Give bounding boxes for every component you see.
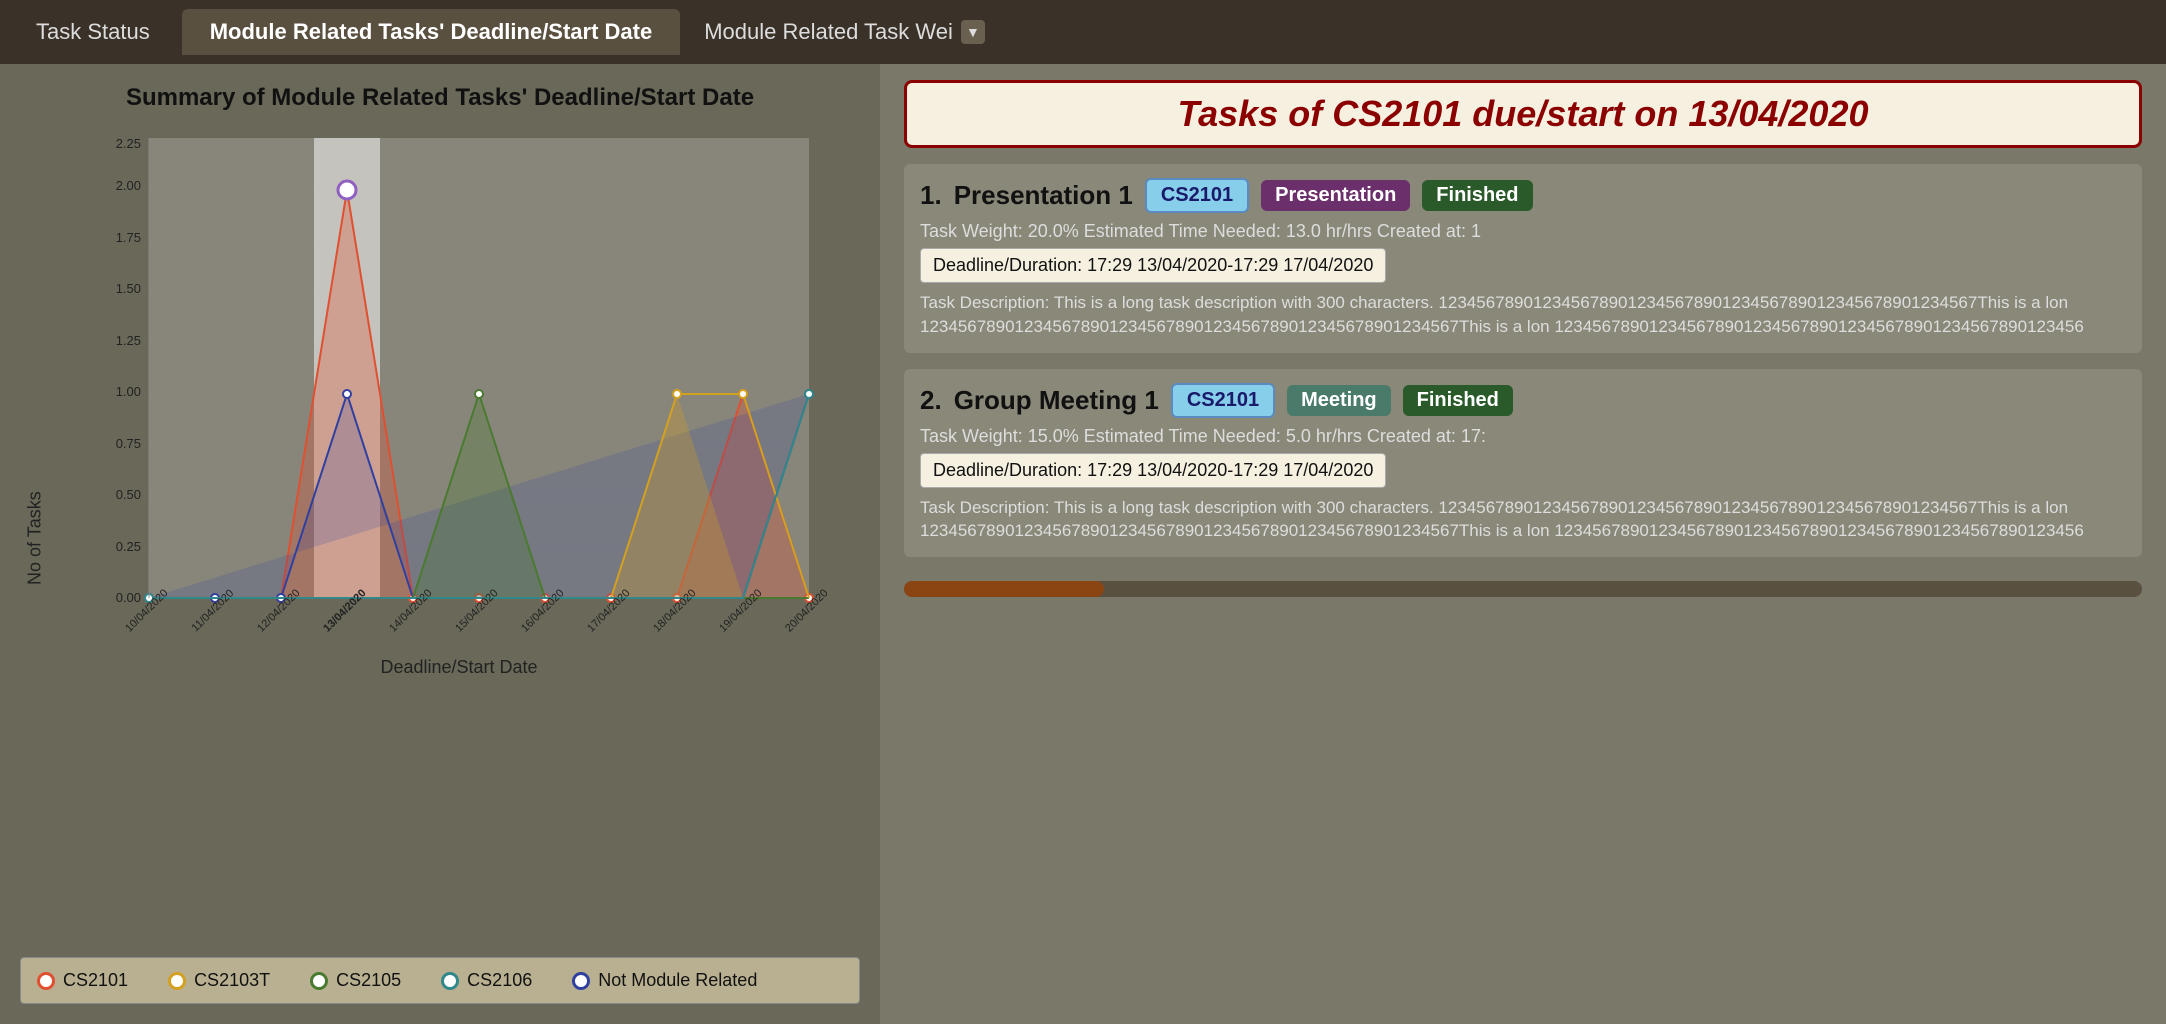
task-2-name: Group Meeting 1 [954,385,1159,416]
task-1-deadline: Deadline/Duration: 17:29 13/04/2020-17:2… [920,248,1386,283]
task-2-number: 2. [920,385,942,416]
main-content: Summary of Module Related Tasks' Deadlin… [0,64,2166,1024]
svg-text:0.00: 0.00 [116,590,141,605]
legend-item-cs2103t: CS2103T [168,970,270,991]
svg-text:1.50: 1.50 [116,281,141,296]
chart-title: Summary of Module Related Tasks' Deadlin… [20,84,860,112]
chart-panel: Summary of Module Related Tasks' Deadlin… [0,64,880,1024]
chart-svg: 0.00 0.25 0.50 0.75 1.00 1.25 1.50 1.75 … [58,128,860,648]
legend-item-not-module: Not Module Related [572,970,757,991]
task-2-module-badge: CS2101 [1171,383,1275,418]
x-axis-label: Deadline/Start Date [58,657,860,678]
legend-item-cs2105: CS2105 [310,970,401,991]
task-card-2: 2. Group Meeting 1 CS2101 Meeting Finish… [904,369,2142,558]
task-1-header: 1. Presentation 1 CS2101 Presentation Fi… [920,178,2126,213]
legend-label-cs2103t: CS2103T [194,970,270,991]
task-1-description: Task Description: This is a long task de… [920,291,2126,339]
bottom-scrollbar[interactable] [904,581,2142,597]
chart-legend: CS2101 CS2103T CS2105 CS2106 Not Module … [20,957,860,1004]
tab-task-status[interactable]: Task Status [8,9,178,55]
tab-dropdown-arrow[interactable]: ▼ [961,20,985,44]
legend-dot-cs2103t [168,972,186,990]
task-1-meta: Task Weight: 20.0% Estimated Time Needed… [920,221,2126,242]
tab-deadline-date[interactable]: Module Related Tasks' Deadline/Start Dat… [182,9,681,55]
page-title: Tasks of CS2101 due/start on 13/04/2020 [904,80,2142,148]
legend-label-cs2106: CS2106 [467,970,532,991]
task-2-status-badge: Finished [1403,385,1513,416]
legend-dot-cs2101 [37,972,55,990]
svg-text:1.25: 1.25 [116,333,141,348]
task-1-module-badge: CS2101 [1145,178,1249,213]
svg-text:1.75: 1.75 [116,230,141,245]
legend-item-cs2106: CS2106 [441,970,532,991]
task-2-type-badge: Meeting [1287,385,1391,416]
chart-area: No of Tasks 0.00 0.25 0.50 0.75 1.00 1.2… [20,128,860,949]
top-navigation: Task Status Module Related Tasks' Deadli… [0,0,2166,64]
task-2-meta: Task Weight: 15.0% Estimated Time Needed… [920,426,2126,447]
svg-text:0.50: 0.50 [116,487,141,502]
task-2-deadline: Deadline/Duration: 17:29 13/04/2020-17:2… [920,453,1386,488]
task-1-name: Presentation 1 [954,180,1133,211]
tab-task-weight-label: Module Related Task Wei [704,19,953,45]
legend-item-cs2101: CS2101 [37,970,128,991]
svg-text:0.25: 0.25 [116,539,141,554]
svg-text:2.00: 2.00 [116,178,141,193]
svg-text:2.25: 2.25 [116,136,141,151]
task-2-description: Task Description: This is a long task de… [920,496,2126,544]
legend-label-cs2105: CS2105 [336,970,401,991]
task-1-number: 1. [920,180,942,211]
tab-task-weight[interactable]: Module Related Task Wei ▼ [684,9,1005,55]
legend-label-cs2101: CS2101 [63,970,128,991]
task-1-status-badge: Finished [1422,180,1532,211]
right-panel: Tasks of CS2101 due/start on 13/04/2020 … [880,64,2166,1024]
y-axis-label: No of Tasks [20,128,50,949]
legend-label-not-module: Not Module Related [598,970,757,991]
chart-container: 0.00 0.25 0.50 0.75 1.00 1.25 1.50 1.75 … [58,128,860,949]
legend-dot-cs2105 [310,972,328,990]
task-2-header: 2. Group Meeting 1 CS2101 Meeting Finish… [920,383,2126,418]
svg-text:1.00: 1.00 [116,384,141,399]
task-1-type-badge: Presentation [1261,180,1410,211]
legend-dot-cs2106 [441,972,459,990]
scrollbar-thumb[interactable] [904,581,1104,597]
legend-dot-not-module [572,972,590,990]
svg-text:0.75: 0.75 [116,436,141,451]
task-card-1: 1. Presentation 1 CS2101 Presentation Fi… [904,164,2142,353]
